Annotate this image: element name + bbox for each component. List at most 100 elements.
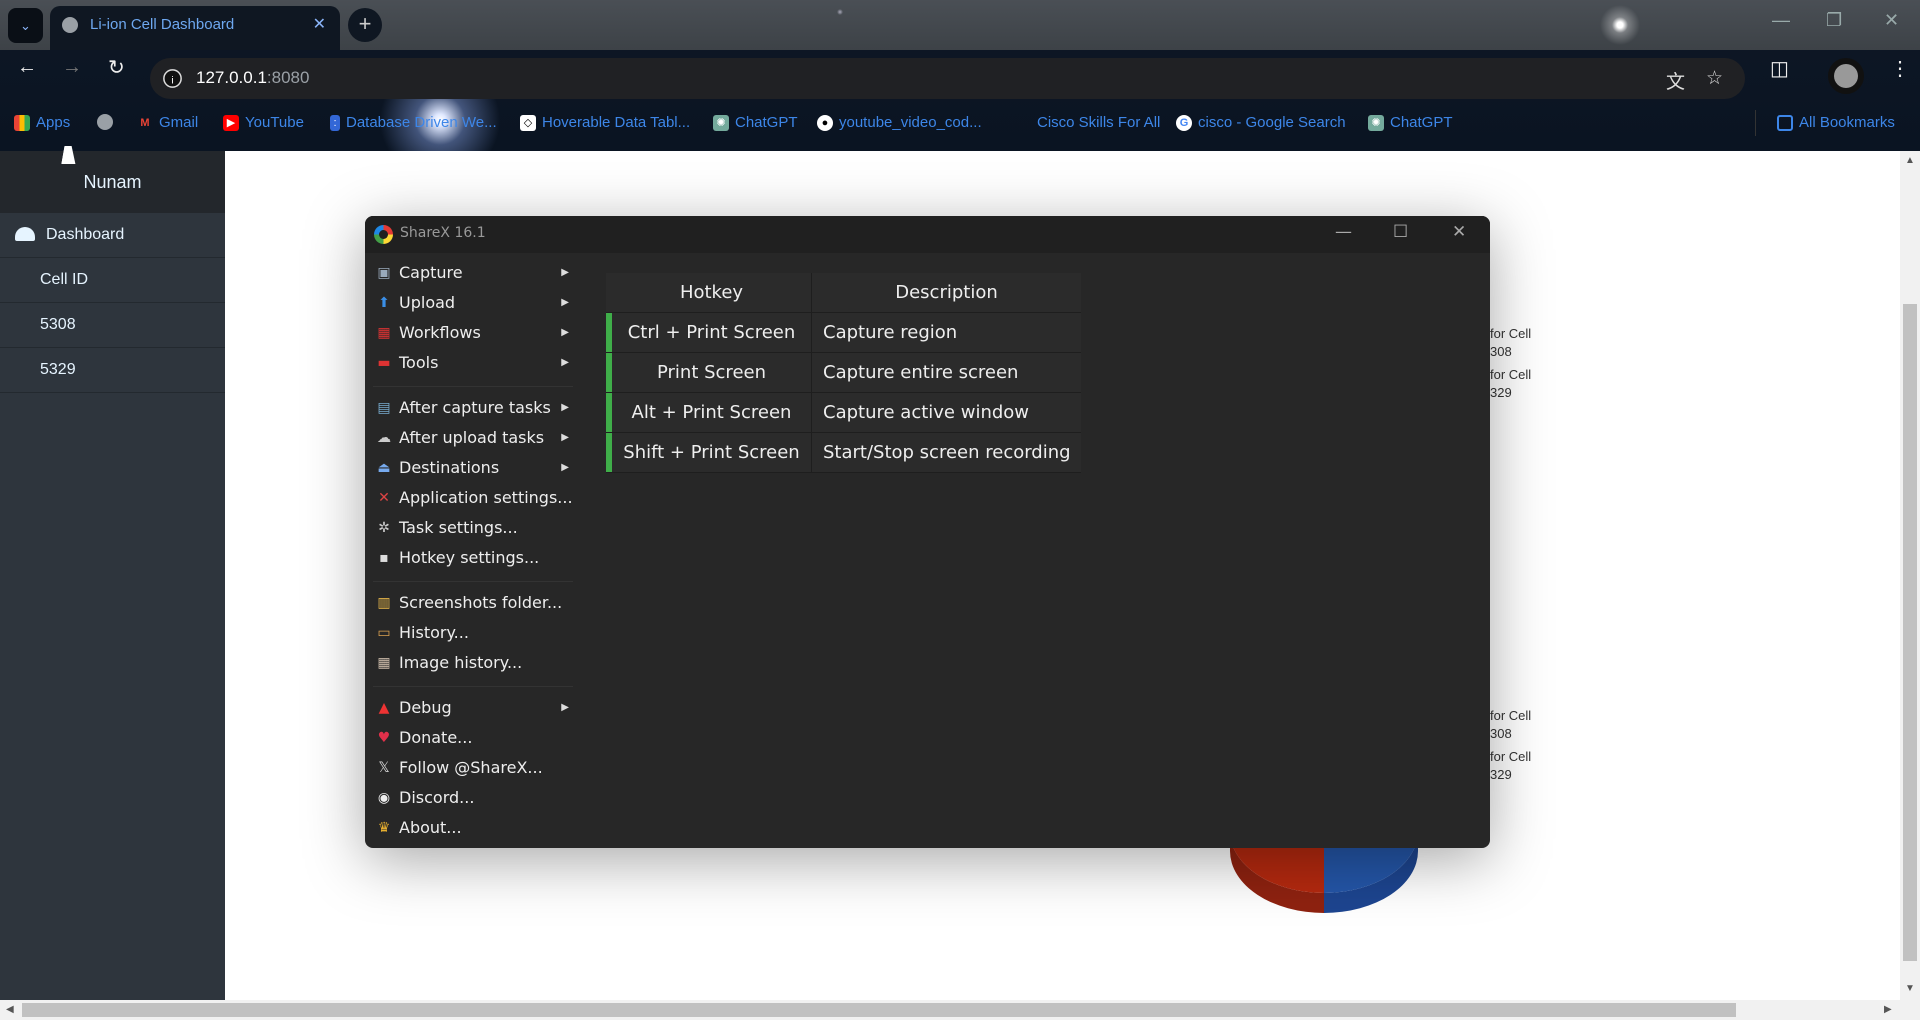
menu-item-label: Task settings... <box>399 518 518 537</box>
hotkey-row[interactable]: Alt + Print Screen Capture active window <box>606 393 1081 433</box>
menu-item-image-history[interactable]: ▦ Image history... <box>373 648 573 678</box>
profile-avatar[interactable] <box>1828 58 1864 94</box>
column-header-hotkey[interactable]: Hotkey <box>612 273 812 312</box>
toolbox-icon: ▬ <box>377 355 391 371</box>
destinations-icon: ⏏ <box>377 460 391 476</box>
menu-item-history[interactable]: ▭ History... <box>373 618 573 648</box>
forward-icon[interactable]: → <box>62 56 82 79</box>
restore-icon[interactable]: ❐ <box>1826 10 1842 31</box>
bookmark-google[interactable]: Gcisco - Google Search <box>1176 114 1346 131</box>
sidebar-item-label: Dashboard <box>46 226 125 243</box>
chatgpt-icon: ✺ <box>1368 114 1384 131</box>
menu-item-capture[interactable]: ▣ Capture ▶ <box>373 258 573 288</box>
doc-icon: : <box>330 114 340 131</box>
close-window-icon[interactable]: ✕ <box>1884 10 1899 31</box>
legend-text: for Cell <box>1490 367 1532 382</box>
submenu-arrow-icon: ▶ <box>561 297 569 308</box>
scroll-right-icon[interactable]: ▶ <box>1884 1004 1892 1015</box>
menu-item-upload[interactable]: ⬆ Upload ▶ <box>373 288 573 318</box>
horizontal-scrollbar[interactable]: ◀ ▶ <box>0 1000 1920 1020</box>
sidebar-item-dashboard[interactable]: Dashboard <box>0 213 225 258</box>
menu-item-label: Screenshots folder... <box>399 593 563 612</box>
bookmark-chatgpt-2[interactable]: ✺ ChatGPT <box>1368 114 1453 131</box>
hotkey-row[interactable]: Print Screen Capture entire screen <box>606 353 1081 393</box>
capture-icon: ▣ <box>377 265 391 281</box>
menu-item-about[interactable]: ♛ About... <box>373 813 573 843</box>
bookmark-globe[interactable] <box>97 114 113 130</box>
menu-item-workflows[interactable]: ▦ Workflows ▶ <box>373 318 573 348</box>
bookmark-youtube[interactable]: ▶ YouTube <box>223 114 304 131</box>
menu-item-after-capture-tasks[interactable]: ▤ After capture tasks ▶ <box>373 393 573 423</box>
translate-icon[interactable]: 文 <box>1666 67 1685 94</box>
google-icon: G <box>1176 114 1192 131</box>
vertical-scrollbar[interactable]: ▲ ▼ <box>1900 151 1920 1000</box>
close-icon[interactable]: ✕ <box>1452 222 1466 242</box>
menu-item-after-upload-tasks[interactable]: ☁ After upload tasks ▶ <box>373 423 573 453</box>
upload-arrow-icon: ⬆ <box>378 295 390 311</box>
bookmark-hoverable[interactable]: ◇ Hoverable Data Tabl... <box>520 114 690 131</box>
extensions-icon[interactable]: ◫ <box>1770 56 1789 81</box>
menu-item-task-settings[interactable]: ✲ Task settings... <box>373 513 573 543</box>
menu-item-label: Tools <box>399 353 439 372</box>
hotkey-cell: Shift + Print Screen <box>612 433 812 472</box>
vertical-scroll-thumb[interactable] <box>1903 304 1917 961</box>
bookmark-label: Cisco Skills For All <box>1037 114 1161 131</box>
bookmark-star-icon[interactable]: ☆ <box>1706 67 1723 90</box>
close-tab-icon[interactable]: ✕ <box>313 6 326 44</box>
x-logo-icon: 𝕏 <box>378 760 390 776</box>
hotkey-row[interactable]: Ctrl + Print Screen Capture region <box>606 313 1081 353</box>
back-icon[interactable]: ← <box>17 56 37 79</box>
menu-item-tools[interactable]: ▬ Tools ▶ <box>373 348 573 378</box>
sidebar-item-label: Cell ID <box>40 271 89 288</box>
minimize-icon[interactable]: — <box>1335 222 1352 242</box>
site-info-icon[interactable]: i <box>163 69 182 88</box>
menu-item-follow-sharex[interactable]: 𝕏 Follow @ShareX... <box>373 753 573 783</box>
gmail-icon: M <box>140 116 150 129</box>
menu-item-donate[interactable]: ♥ Donate... <box>373 723 573 753</box>
new-tab-button[interactable]: + <box>348 8 382 42</box>
menu-item-debug[interactable]: ▲ Debug ▶ <box>373 693 573 723</box>
menu-item-destinations[interactable]: ⏏ Destinations ▶ <box>373 453 573 483</box>
bookmark-database[interactable]: : Database Driven We... <box>330 114 497 131</box>
all-bookmarks-label: All Bookmarks <box>1799 114 1895 131</box>
brand-title: Nunam <box>0 151 225 213</box>
sidebar-item-cell-id[interactable]: Cell ID <box>0 258 225 303</box>
menu-kebab-icon[interactable]: ⋮ <box>1890 56 1910 81</box>
menu-item-application-settings[interactable]: ✕ Application settings... <box>373 483 573 513</box>
menu-item-discord[interactable]: ◉ Discord... <box>373 783 573 813</box>
legend-text: for Cell <box>1490 708 1532 723</box>
bookmark-chatgpt[interactable]: ✺ ChatGPT <box>713 114 798 131</box>
maximize-icon[interactable]: ☐ <box>1393 222 1408 242</box>
scroll-left-icon[interactable]: ◀ <box>6 1004 14 1015</box>
sidebar-item-5308[interactable]: 5308 <box>0 303 225 348</box>
hotkey-row[interactable]: Shift + Print Screen Start/Stop screen re… <box>606 433 1081 473</box>
sharex-title-bar[interactable]: ShareX 16.1 — ☐ ✕ <box>365 216 1490 253</box>
menu-item-label: After upload tasks <box>399 428 545 447</box>
all-bookmarks[interactable]: All Bookmarks <box>1777 114 1895 131</box>
cisco-icon <box>1015 115 1031 131</box>
menu-separator <box>373 386 573 387</box>
reload-icon[interactable]: ↻ <box>108 55 125 80</box>
bookmark-apps[interactable]: Apps <box>14 114 70 131</box>
address-bar[interactable]: i 127.0.0.1:8080 文 ☆ <box>150 58 1745 99</box>
tab-search-button[interactable]: ⌄ <box>8 8 43 43</box>
scroll-up-icon[interactable]: ▲ <box>1905 155 1915 166</box>
minimize-icon[interactable]: — <box>1772 10 1790 31</box>
horizontal-scroll-thumb[interactable] <box>22 1003 1736 1017</box>
window-title: ShareX 16.1 <box>400 225 486 241</box>
scroll-down-icon[interactable]: ▼ <box>1905 983 1915 994</box>
column-header-description[interactable]: Description <box>812 273 1081 312</box>
description-cell: Capture region <box>812 313 1081 352</box>
tab-active[interactable]: Li-ion Cell Dashboard ✕ <box>50 6 340 50</box>
hotkey-table-header: Hotkey Description <box>606 273 1081 313</box>
bookmark-gmail[interactable]: M Gmail <box>137 114 198 131</box>
sidebar-item-5329[interactable]: 5329 <box>0 348 225 393</box>
menu-item-label: Image history... <box>399 653 523 672</box>
bookmark-label: Apps <box>36 114 71 131</box>
menu-item-hotkey-settings[interactable]: ▪ Hotkey settings... <box>373 543 573 573</box>
bookmark-github[interactable]: ● youtube_video_cod... <box>817 114 982 131</box>
history-icon: ▭ <box>377 625 391 641</box>
menu-item-label: Donate... <box>399 728 473 747</box>
menu-item-screenshots-folder[interactable]: ▥ Screenshots folder... <box>373 588 573 618</box>
bookmark-cisco[interactable]: Cisco Skills For All <box>1015 114 1160 131</box>
